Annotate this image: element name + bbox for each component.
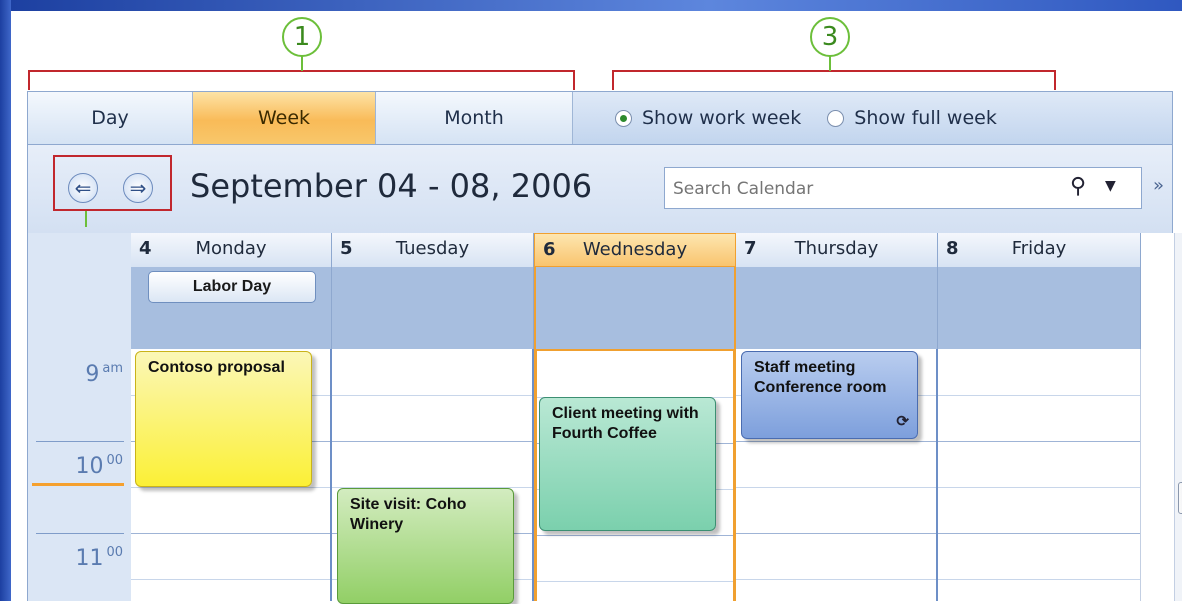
- full-week-label[interactable]: Show full week: [854, 107, 997, 129]
- bracket-week-options: [612, 70, 1056, 90]
- all-day-tuesday[interactable]: [332, 267, 534, 349]
- full-week-radio[interactable]: [827, 110, 845, 127]
- appointment-title: Client meeting with Fourth Coffee: [552, 405, 699, 442]
- all-day-event[interactable]: Labor Day: [148, 271, 316, 303]
- navigation-row: ⇐ ⇒ September 04 - 08, 2006 ⚲ ▼ »: [27, 145, 1173, 233]
- half-hour-line: [131, 487, 330, 488]
- appointment-title: Contoso proposal: [148, 359, 285, 376]
- callout-1: 1: [282, 17, 322, 57]
- hour-line: [131, 533, 330, 534]
- scroll-thumb[interactable]: [1178, 482, 1182, 514]
- half-hour-line: [131, 579, 330, 580]
- magnifier-icon[interactable]: ⚲: [1070, 174, 1086, 199]
- calendar-grid: 9 am 10 00 11 00 4 Monday 5 Tuesday 6 Wednesda…: [27, 233, 1182, 604]
- half-hour-line: [736, 487, 936, 488]
- time-10: 10 00: [75, 453, 123, 479]
- hour-line: [938, 533, 1140, 534]
- hour-line: [736, 441, 936, 442]
- callout-1-leader: [301, 55, 303, 71]
- hour-line: [736, 533, 936, 534]
- appointment-site-visit[interactable]: Site visit: Coho Winery: [337, 488, 514, 604]
- half-hour-line: [938, 395, 1140, 396]
- work-week-radio[interactable]: [615, 110, 632, 127]
- work-week-label[interactable]: Show work week: [642, 107, 801, 129]
- recurrence-icon: ⟳: [896, 413, 909, 430]
- appointment-staff-meeting[interactable]: Staff meeting Conference room ⟳: [741, 351, 918, 439]
- arrow-left-circle-icon[interactable]: ⇐: [68, 173, 98, 203]
- time-scrollbar[interactable]: ▲: [1174, 349, 1182, 601]
- tab-week[interactable]: Week: [193, 92, 376, 144]
- week-options: Show work week Show full week: [615, 92, 997, 144]
- time-column: 9 am 10 00 11 00: [28, 233, 131, 601]
- half-hour-line: [537, 581, 733, 582]
- hour-line: [537, 535, 733, 536]
- bracket-view-tabs: [28, 70, 575, 90]
- search-input[interactable]: [671, 176, 1055, 202]
- current-time-marker: [32, 483, 124, 486]
- callout-3: 3: [810, 17, 850, 57]
- view-toolbar: Day Week Month Show work week Show full …: [27, 91, 1173, 145]
- half-hour-line: [938, 579, 1140, 580]
- tab-day[interactable]: Day: [28, 92, 193, 144]
- window-frame-left: [0, 0, 11, 601]
- window-frame-top: [0, 0, 1182, 11]
- all-day-scrollbar[interactable]: ▲ ▼: [1174, 233, 1182, 349]
- scroll-up-arrow-icon[interactable]: ▲: [1175, 243, 1182, 258]
- arrow-right-circle-icon[interactable]: ⇒: [123, 173, 153, 203]
- appointment-title: Site visit: Coho Winery: [350, 496, 467, 533]
- all-day-friday[interactable]: [938, 267, 1141, 349]
- scroll-down-arrow-icon[interactable]: ▼: [1175, 325, 1182, 340]
- callout-3-leader: [829, 55, 831, 71]
- day-header-wednesday[interactable]: 6 Wednesday: [534, 233, 736, 267]
- half-hour-line: [938, 487, 1140, 488]
- time-9am: 9 am: [85, 361, 123, 387]
- hour-divider: [36, 533, 124, 534]
- double-chevron-down-icon[interactable]: »: [1153, 175, 1164, 196]
- half-hour-line: [332, 395, 532, 396]
- date-range-title: September 04 - 08, 2006: [190, 167, 593, 205]
- day-header-thursday[interactable]: 7 Thursday: [736, 233, 938, 267]
- chevron-down-icon[interactable]: ▼: [1105, 178, 1116, 194]
- time-11: 11 00: [75, 545, 123, 571]
- appointment-client-meeting[interactable]: Client meeting with Fourth Coffee: [539, 397, 716, 531]
- callout-2-leader: [85, 211, 87, 227]
- day-header-tuesday[interactable]: 5 Tuesday: [332, 233, 534, 267]
- all-day-thursday[interactable]: [736, 267, 938, 349]
- scroll-up-arrow-icon[interactable]: ▲: [1175, 359, 1182, 374]
- appointment-title: Staff meeting Conference room: [754, 359, 887, 396]
- day-header-friday[interactable]: 8 Friday: [938, 233, 1141, 267]
- hour-line: [938, 441, 1140, 442]
- half-hour-line: [736, 579, 936, 580]
- appointment-contoso-proposal[interactable]: Contoso proposal: [135, 351, 312, 487]
- search-box[interactable]: ⚲ ▼: [664, 167, 1142, 209]
- hour-divider: [36, 441, 124, 442]
- all-day-wednesday[interactable]: [534, 267, 736, 349]
- day-column-friday[interactable]: [938, 349, 1141, 601]
- hour-line: [332, 441, 532, 442]
- day-header-monday[interactable]: 4 Monday: [131, 233, 332, 267]
- tab-month[interactable]: Month: [376, 92, 573, 144]
